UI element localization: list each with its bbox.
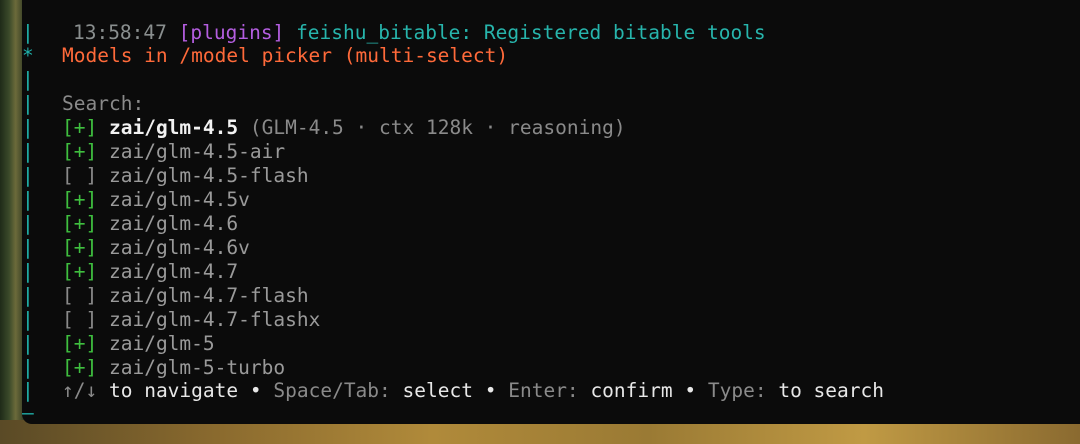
gutter-pipe: | [22,284,34,307]
gutter-pipe: | [22,379,34,402]
gutter-pipe: | [22,68,34,91]
log-message: feishu_bitable: Registered bitable tools [296,21,766,44]
gutter-line: | [22,68,62,92]
model-name: zai/glm-5 [108,332,215,355]
gutter-pipe: | [22,92,34,115]
arrow-keys-hint: ↑/↓ [62,379,98,402]
model-option[interactable]: | [ ] zai/glm-4.7-flashx [22,308,320,332]
confirm-hint: confirm [590,379,673,402]
model-option[interactable]: | [ ] zai/glm-4.7-flash [22,284,309,308]
gutter-line: | [22,21,62,45]
gutter-pipe: | [22,164,34,187]
gutter-pipe: | [22,188,34,211]
picker-title: Models in /model picker (multi-select) [62,44,509,67]
gutter-pipe: | [22,332,34,355]
model-name: zai/glm-5-turbo [108,356,286,379]
gutter-pipe: | [22,140,34,163]
model-option[interactable]: | [+] zai/glm-5-turbo [22,356,285,380]
checkbox[interactable]: [+] [62,260,97,283]
navigate-hint: to navigate [108,379,239,402]
gutter-pipe: | [22,21,34,44]
model-option[interactable]: | [+] zai/glm-4.5 (GLM-4.5 · ctx 128k · r… [22,116,626,140]
bullet-separator: • [484,379,497,402]
checkbox[interactable]: [ ] [62,164,97,187]
select-hint: select [402,379,473,402]
checkbox[interactable]: [+] [62,212,97,235]
checkbox[interactable]: [+] [62,140,97,163]
model-option[interactable]: | [+] zai/glm-5 [22,332,215,356]
model-name: zai/glm-4.5-flash [108,164,309,187]
search-key-hint: Type: [707,379,767,402]
confirm-key-hint: Enter: [508,379,579,402]
checkbox[interactable]: [+] [62,356,97,379]
model-name: zai/glm-4.5-air [108,140,286,163]
gutter-pipe: | [22,356,34,379]
search-hint: to search [778,379,884,402]
select-key-hint: Space/Tab: [273,379,391,402]
log-line: 13:58:47 [plugins] feishu_bitable: Regis… [26,0,766,44]
gutter-pipe: | [22,260,34,283]
model-name: zai/glm-4.5v [108,188,250,211]
model-name: zai/glm-4.7-flashx [108,308,321,331]
gutter-end: — [22,401,34,424]
checkbox[interactable]: [ ] [62,284,97,307]
model-name: zai/glm-4.7-flash [108,284,309,307]
search-line[interactable]: | Search: [22,92,144,116]
gutter-line: — [22,401,62,424]
terminal-window[interactable]: 13:58:47 [plugins] feishu_bitable: Regis… [22,0,1080,424]
gutter-pipe: | [22,212,34,235]
checkbox[interactable]: [+] [62,236,97,259]
model-detail: (GLM-4.5 · ctx 128k · reasoning) [249,116,626,139]
model-name: zai/glm-4.6v [108,236,250,259]
gutter-pipe: | [22,116,34,139]
log-timestamp: 13:58:47 [72,21,167,44]
gutter-star: * [22,44,34,67]
model-option[interactable]: | [+] zai/glm-4.7 [22,260,238,284]
help-line: | ↑/↓ to navigate • Space/Tab: select • E… [22,379,884,403]
checkbox[interactable]: [+] [62,188,97,211]
bullet-separator: • [684,379,697,402]
model-name: zai/glm-4.7 [108,260,239,283]
checkbox[interactable]: [ ] [62,308,97,331]
log-tag: [plugins] [178,21,285,44]
model-option[interactable]: | [ ] zai/glm-4.5-flash [22,164,309,188]
search-label: Search: [62,92,145,115]
model-option[interactable]: | [+] zai/glm-4.6 [22,212,238,236]
model-name: zai/glm-4.6 [108,212,239,235]
bullet-separator: • [249,379,262,402]
model-option[interactable]: | [+] zai/glm-4.5-air [22,140,285,164]
checkbox[interactable]: [+] [62,116,97,139]
gutter-pipe: | [22,236,34,259]
picker-title-line: * Models in /model picker (multi-select) [22,44,508,68]
model-name: zai/glm-4.5 [108,116,239,139]
model-option[interactable]: | [+] zai/glm-4.6v [22,236,250,260]
model-option[interactable]: | [+] zai/glm-4.5v [22,188,250,212]
checkbox[interactable]: [+] [62,332,97,355]
gutter-pipe: | [22,308,34,331]
